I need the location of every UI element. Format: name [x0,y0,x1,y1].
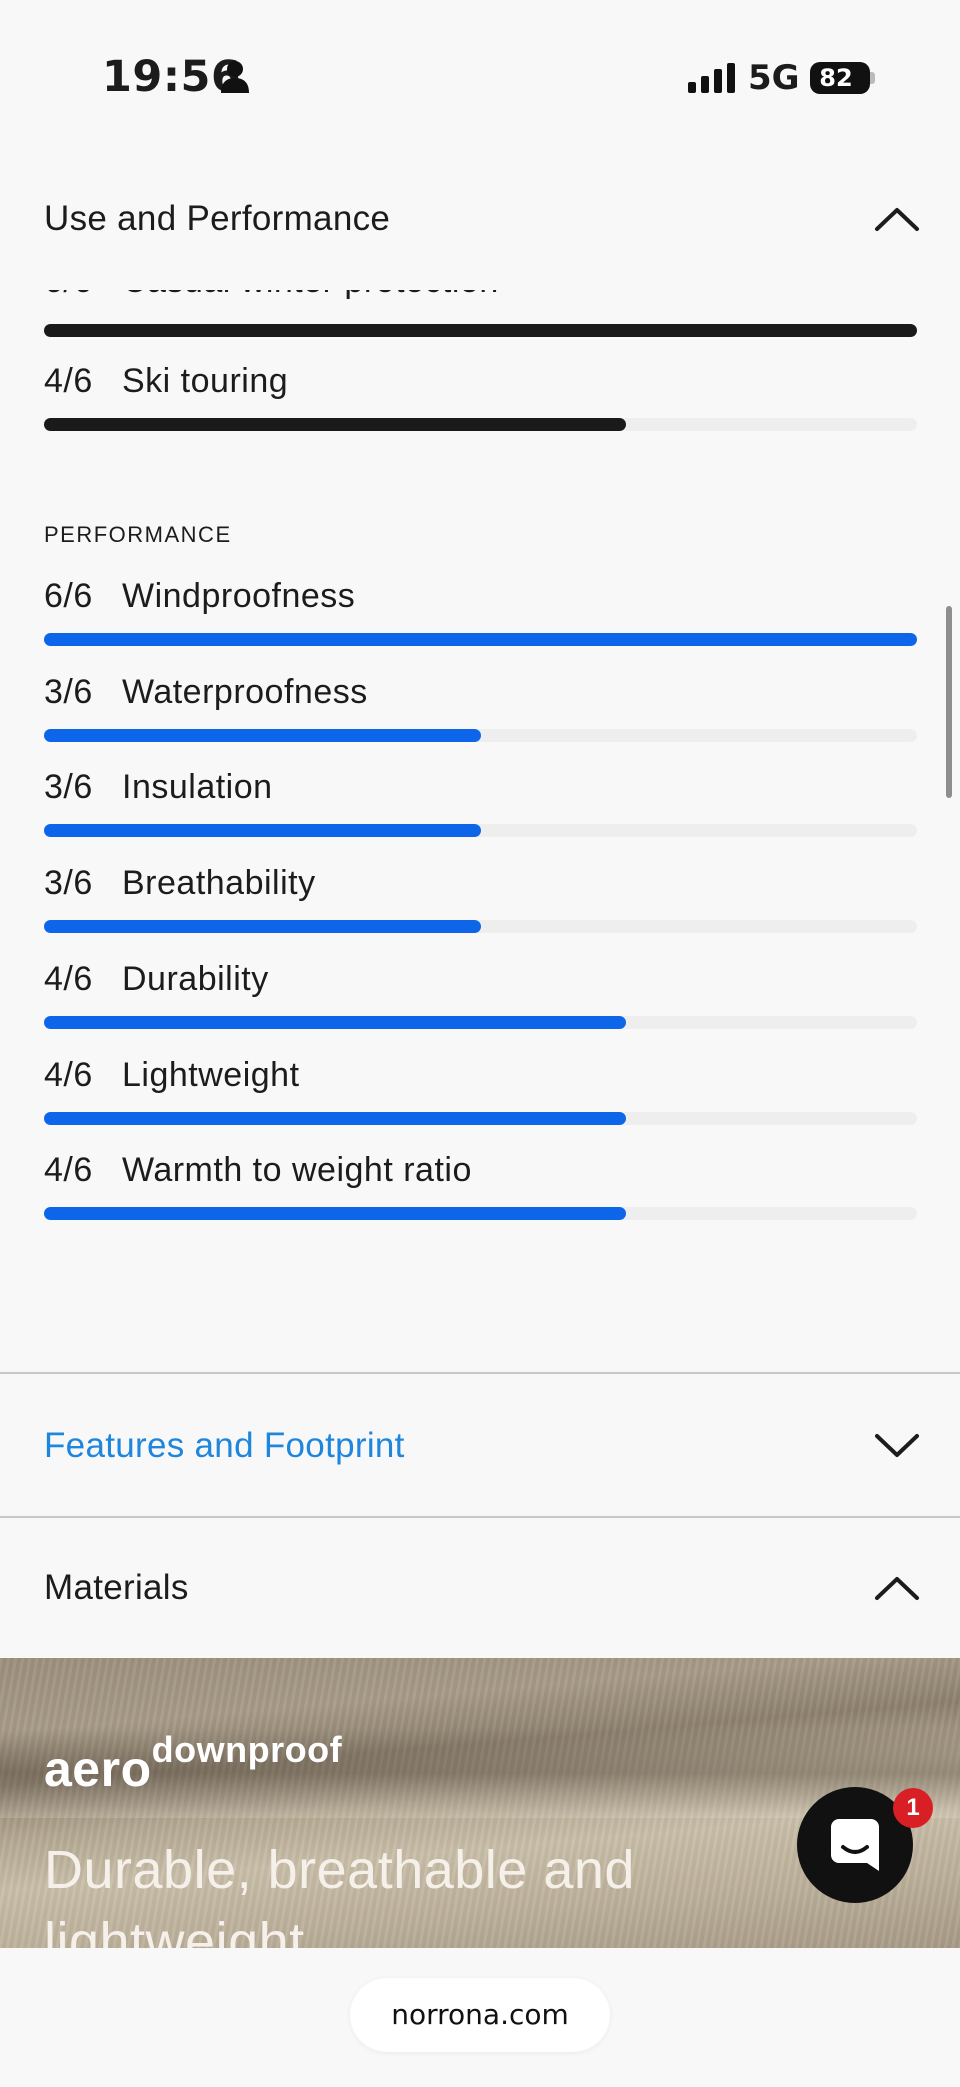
rating-label: Breathability [122,864,316,903]
network-type: 5G [748,58,800,98]
rating-label: Windproofness [122,577,356,615]
rating-score: 3/6 [44,864,93,903]
rating-fill [44,920,481,934]
rating-fill [44,324,917,337]
rating-row: 4/6 Durability [44,959,917,1029]
chevron-down-icon[interactable] [874,1433,920,1459]
rating-track [44,324,917,337]
chat-icon [831,1819,879,1871]
rating-fill [44,1207,627,1221]
rating-row: 6/6 Windproofness [44,577,917,646]
features-footprint-header[interactable]: Features and Footprint [0,1374,960,1518]
rating-score: 4/6 [44,1055,93,1094]
rating-row: 4/6 Lightweight [44,1055,917,1125]
materials-title: Materials [44,1568,189,1607]
notification-badge: 1 [893,1788,933,1828]
rating-fill [44,824,481,838]
rating-row: 3/6 Breathability [44,864,917,934]
rating-row: 3/6 Insulation [44,768,917,838]
materials-header[interactable]: Materials [0,1518,960,1658]
performance-label: PERFORMANCE [44,522,232,547]
rating-label: Warmth to weight ratio [122,1151,472,1190]
rating-track [44,1207,917,1221]
rating-score: 4/6 [44,362,93,400]
rating-score: 4/6 [44,1151,93,1190]
battery-icon: 82 [810,62,876,94]
browser-bottom-bar: norrona.com [0,1948,960,2087]
rating-track [44,1111,917,1125]
use-performance-header[interactable]: Use and Performance [0,148,960,290]
rating-score: 6/6 [44,577,93,615]
material-brand: aerodownproof [44,1729,343,1798]
rating-track [44,728,917,742]
cellular-signal-icon [688,63,735,93]
chevron-up-icon[interactable] [874,1575,920,1601]
rating-track [44,1015,917,1029]
rating-track [44,824,917,838]
rating-fill [44,728,481,742]
scrollbar[interactable] [946,606,952,798]
rating-label: Insulation [122,768,273,807]
rating-row: 4/6 Warmth to weight ratio [44,1151,917,1221]
material-tagline: Durable, breathable and lightweight [44,1840,635,1950]
rating-track [44,418,917,431]
rating-fill [44,1111,627,1125]
url-bar[interactable]: norrona.com [350,1978,610,2052]
rating-track [44,920,917,934]
rating-row: 4/6 Ski touring [44,362,917,431]
chevron-up-icon[interactable] [874,206,920,232]
person-icon [221,61,249,93]
features-footprint-title: Features and Footprint [44,1426,405,1465]
use-performance-title: Use and Performance [44,199,391,238]
rating-label: Durability [122,959,269,998]
rating-score: 3/6 [44,672,93,711]
rating-label: Waterproofness [122,672,368,711]
status-bar: 19:56 5G 82 [0,0,960,150]
rating-fill [44,1015,627,1029]
rating-score: 3/6 [44,768,93,807]
rating-score: 4/6 [44,959,93,998]
battery-level: 82 [819,64,853,92]
rating-track [44,633,917,646]
rating-fill [44,633,917,646]
rating-row: 3/6 Waterproofness [44,672,917,742]
rating-label: Ski touring [122,362,289,400]
rating-label: Lightweight [122,1055,300,1094]
rating-fill [44,418,627,431]
